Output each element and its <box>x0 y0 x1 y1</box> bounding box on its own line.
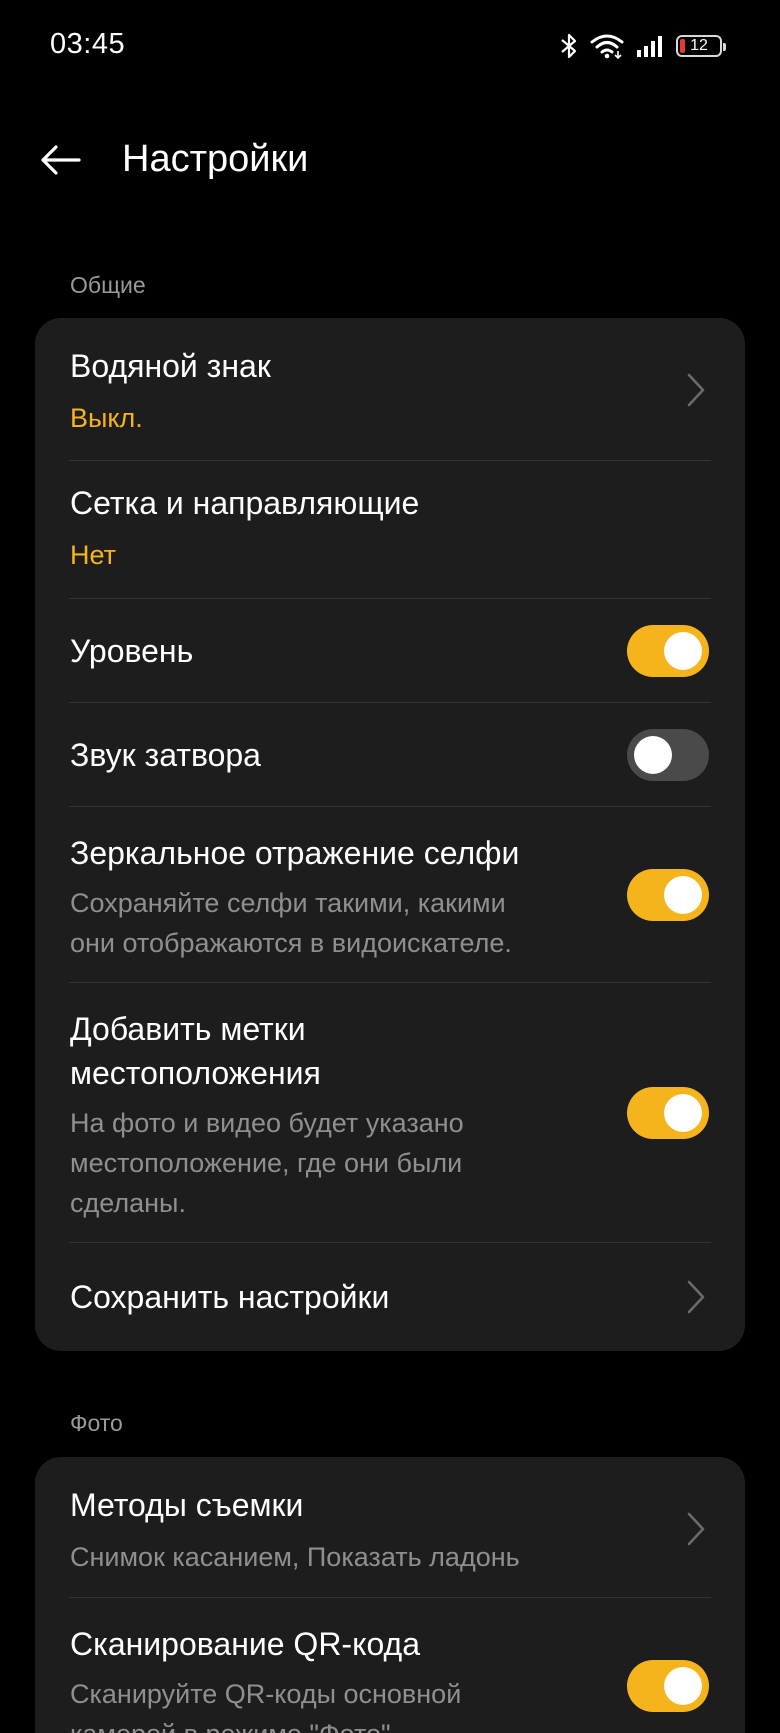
chevron-right-icon <box>687 1512 705 1546</box>
setting-description-line-1: На фото и видео будет указано <box>70 1108 464 1138</box>
battery-icon: 12 <box>676 35 726 57</box>
battery-level-text: 12 <box>690 37 708 54</box>
setting-qr-scan: Сканирование QR-кода Сканируйте QR-коды … <box>35 1598 745 1733</box>
signal-icon <box>636 34 664 58</box>
setting-mirror-selfie: Зеркальное отражение селфи Сохраняйте се… <box>35 807 745 983</box>
setting-location-tags: Добавить метки местоположения На фото и … <box>35 983 745 1243</box>
qr-scan-toggle[interactable] <box>627 1660 709 1712</box>
toggle-knob <box>664 1094 702 1132</box>
setting-save-settings[interactable]: Сохранить настройки <box>35 1243 745 1351</box>
settings-screen: 03:45 12 Настройки Общие Водяной знак Вы… <box>0 0 780 1733</box>
setting-description: Снимок касанием, Показать ладонь <box>70 1542 520 1572</box>
setting-title: Сканирование QR-кода <box>70 1626 420 1662</box>
setting-title: Сетка и направляющие <box>70 485 420 521</box>
back-button[interactable] <box>34 136 86 184</box>
setting-title: Методы съемки <box>70 1487 304 1523</box>
page-title: Настройки <box>122 138 309 180</box>
setting-shooting-methods[interactable]: Методы съемки Снимок касанием, Показать … <box>35 1457 745 1598</box>
bluetooth-icon <box>560 32 578 60</box>
status-clock: 03:45 <box>50 28 126 60</box>
chevron-right-icon <box>687 1280 705 1314</box>
toggle-knob <box>664 876 702 914</box>
status-bar: 03:45 12 <box>0 0 780 92</box>
mirror-selfie-toggle[interactable] <box>627 869 709 921</box>
setting-value: Нет <box>70 540 116 570</box>
setting-description-line-1: Сохраняйте селфи такими, какими <box>70 888 506 918</box>
status-icons: 12 <box>560 30 726 62</box>
toggle-knob <box>664 632 702 670</box>
setting-description-line-2: местоположение, где они были <box>70 1148 463 1178</box>
arrow-left-icon <box>41 145 81 175</box>
app-header: Настройки <box>0 118 780 202</box>
setting-title: Сохранить настройки <box>70 1279 390 1315</box>
setting-description-line-2: камерой в режиме "Фото". <box>70 1714 610 1733</box>
setting-watermark[interactable]: Водяной знак Выкл. <box>35 318 745 461</box>
setting-value: Выкл. <box>70 403 143 433</box>
section-label-general: Общие <box>70 272 146 298</box>
setting-description-line-2: они отображаются в видоискателе. <box>70 928 512 958</box>
wifi-icon <box>590 33 624 59</box>
photo-settings-card: Методы съемки Снимок касанием, Показать … <box>35 1457 745 1733</box>
setting-title: Зеркальное отражение селфи <box>70 835 520 871</box>
setting-description-line-1: Сканируйте QR-коды основной <box>70 1679 462 1709</box>
setting-title-line-1: Добавить метки <box>70 1011 306 1047</box>
setting-grid-guides[interactable]: Сетка и направляющие Нет <box>35 461 745 599</box>
general-settings-card: Водяной знак Выкл. Сетка и направляющие … <box>35 318 745 1351</box>
chevron-right-icon <box>687 373 705 407</box>
setting-description-line-3: сделаны. <box>70 1188 186 1218</box>
battery-level-fill <box>680 39 685 53</box>
toggle-knob <box>664 1667 702 1705</box>
toggle-knob <box>634 736 672 774</box>
setting-shutter-sound: Звук затвора <box>35 703 745 807</box>
section-label-photo: Фото <box>70 1410 123 1436</box>
location-tags-toggle[interactable] <box>627 1087 709 1139</box>
setting-title: Звук затвора <box>70 737 261 773</box>
setting-title: Водяной знак <box>70 348 271 384</box>
setting-title: Уровень <box>70 633 194 669</box>
setting-title-line-2: местоположения <box>70 1055 321 1091</box>
setting-level: Уровень <box>35 599 745 703</box>
shutter-sound-toggle[interactable] <box>627 729 709 781</box>
level-toggle[interactable] <box>627 625 709 677</box>
